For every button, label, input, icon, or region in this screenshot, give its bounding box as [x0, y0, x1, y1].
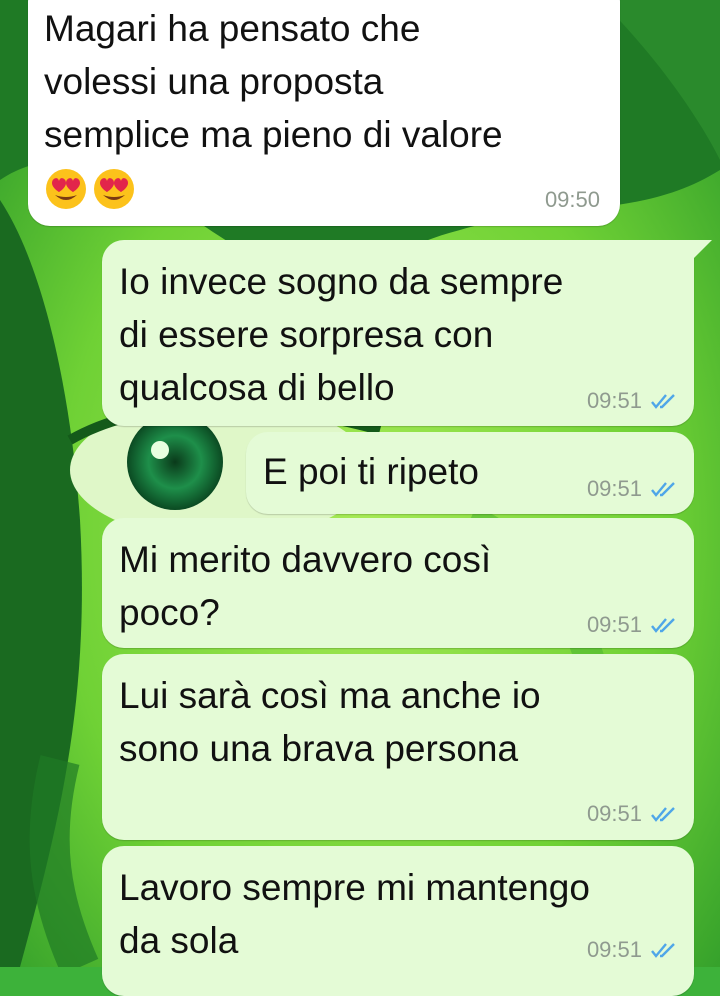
message-meta: 09:51	[587, 801, 678, 827]
read-receipt-icon	[651, 394, 675, 409]
heart-eyes-emoji-icon	[46, 169, 86, 209]
message-meta: 09:50	[545, 187, 600, 213]
message-meta: 09:51	[587, 612, 678, 638]
message-time: 09:51	[586, 612, 642, 637]
read-receipt-icon	[651, 618, 675, 633]
outgoing-message[interactable]: Mi merito davvero così poco? 09:51	[102, 518, 694, 648]
read-receipt-icon	[651, 482, 675, 497]
bubble-tail	[694, 240, 712, 258]
outgoing-message[interactable]: Lavoro sempre mi mantengo da sola 09:51	[102, 846, 694, 996]
outgoing-message[interactable]: Io invece sogno da sempre di essere sorp…	[102, 240, 712, 426]
read-receipt-icon	[651, 807, 675, 822]
message-text: Mi merito davvero così poco?	[119, 539, 492, 633]
message-meta: 09:51	[587, 476, 678, 502]
message-meta: 09:51	[587, 388, 678, 414]
incoming-message[interactable]: Magari ha pensato che volessi una propos…	[28, 0, 620, 226]
message-meta: 09:51	[587, 937, 678, 963]
message-text: Lui sarà così ma anche io sono una brava…	[119, 675, 541, 769]
emoji-row	[44, 167, 136, 211]
message-time: 09:51	[586, 476, 642, 501]
message-text: Io invece sogno da sempre di essere sorp…	[119, 261, 564, 408]
message-text: Lavoro sempre mi mantengo da sola	[119, 867, 590, 961]
message-time: 09:51	[586, 801, 642, 826]
outgoing-message[interactable]: E poi ti ripeto 09:51	[246, 432, 694, 514]
message-text: Magari ha pensato che volessi una propos…	[44, 8, 503, 155]
message-text: E poi ti ripeto	[263, 451, 479, 492]
message-time: 09:51	[586, 937, 642, 962]
read-receipt-icon	[651, 943, 675, 958]
message-time: 09:51	[586, 388, 642, 413]
outgoing-message[interactable]: Lui sarà così ma anche io sono una brava…	[102, 654, 694, 840]
heart-eyes-emoji-icon	[94, 169, 134, 209]
message-time: 09:50	[544, 187, 600, 212]
